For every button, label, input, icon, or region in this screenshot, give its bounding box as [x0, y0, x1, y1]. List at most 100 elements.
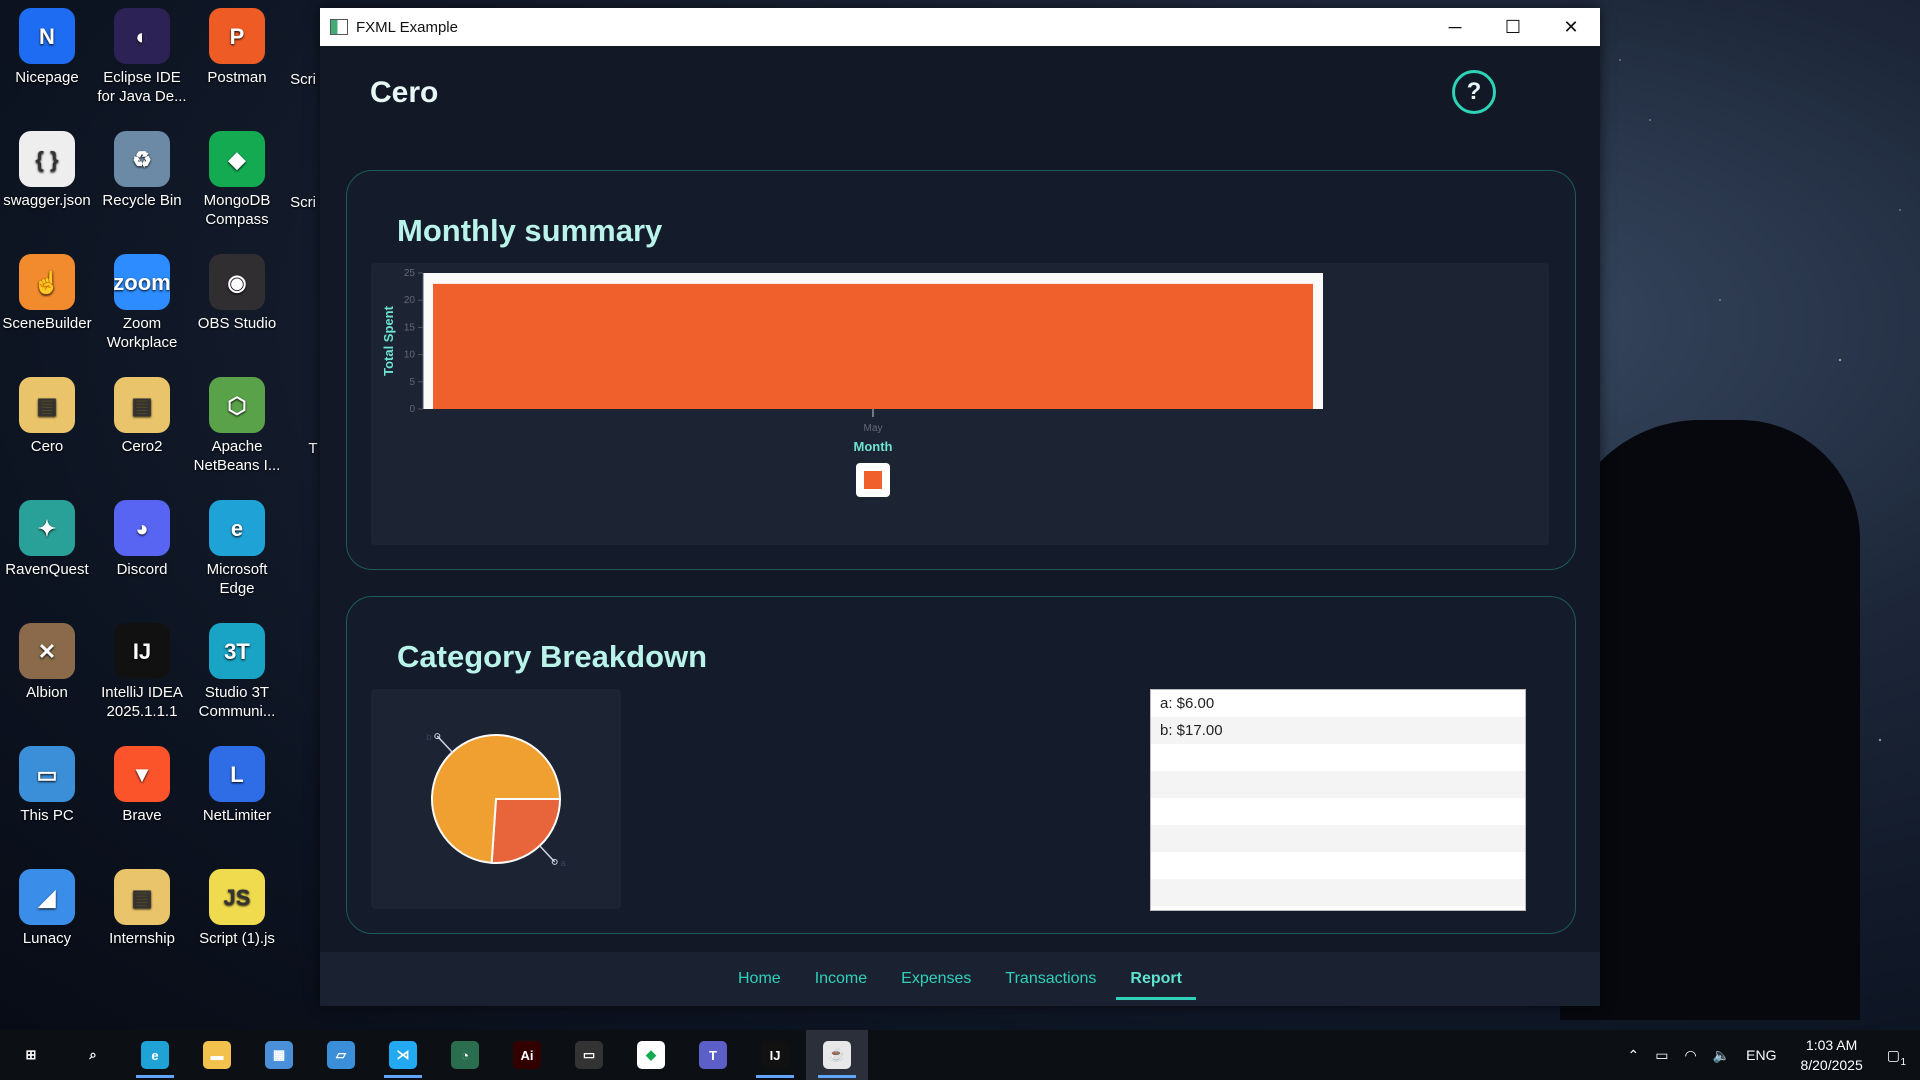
desktop-icon-label: swagger.json [3, 192, 91, 209]
app-body: Cero ? Monthly summary 0 5 10 15 20 25 May Mont… [320, 46, 1600, 1006]
battery-icon[interactable]: ▭ [1655, 1047, 1668, 1064]
taskbar-remote-desktop[interactable]: ▱ [310, 1030, 372, 1080]
list-item[interactable]: b: $17.00 [1151, 717, 1525, 744]
app-icon: ◢ [19, 869, 75, 925]
notification-icon: ▢ [1886, 1046, 1900, 1063]
desktop-icon-internship[interactable]: ▤ Internship [97, 869, 187, 948]
list-item[interactable] [1151, 852, 1525, 879]
category-list[interactable]: a: $6.00 b: $17.00 [1150, 689, 1526, 911]
remote-desktop-icon: ▱ [327, 1041, 355, 1069]
app-icon: ✦ [19, 500, 75, 556]
tab-report[interactable]: Report [1116, 952, 1196, 1006]
desktop-icon-label: Microsoft Edge [206, 561, 268, 597]
taskbar-file-explorer[interactable]: ▬ [186, 1030, 248, 1080]
category-breakdown-card: Category Breakdown ab a: $6.00 b: $17.00 [346, 596, 1576, 934]
list-item[interactable] [1151, 798, 1525, 825]
teams-icon: T [699, 1041, 727, 1069]
taskbar-terminal[interactable]: ▭ [558, 1030, 620, 1080]
bar-may[interactable] [433, 283, 1313, 409]
taskbar-control-panel[interactable]: ▦ [248, 1030, 310, 1080]
app-icon: ▼ [114, 746, 170, 802]
desktop-icon-partial[interactable]: T [306, 439, 320, 458]
chevron-up-icon[interactable]: ⌃ [1628, 1047, 1640, 1064]
java-app-icon [330, 19, 348, 35]
window-titlebar[interactable]: FXML Example ─ ☐ ✕ [320, 8, 1600, 46]
app-icon: ▤ [114, 869, 170, 925]
desktop-icon-swagger-json[interactable]: { } swagger.json [2, 131, 92, 210]
tab-income[interactable]: Income [801, 952, 881, 1006]
illustrator-icon: Ai [513, 1041, 541, 1069]
desktop-icon-scenebuilder[interactable]: ☝ SceneBuilder [2, 254, 92, 333]
mongodb-icon: ◆ [637, 1041, 665, 1069]
desktop-icon-ravenquest[interactable]: ✦ RavenQuest [2, 500, 92, 579]
taskbar-illustrator[interactable]: Ai [496, 1030, 558, 1080]
desktop-icon-apache-netbeans-i[interactable]: ⬡ Apache NetBeans I... [192, 377, 282, 475]
desktop-icon-mongodb-compass[interactable]: ◆ MongoDB Compass [192, 131, 282, 229]
taskbar: ⊞ ⌕ e ▬ ▦ ▱ ⋊ ◔ Ai ▭ ◆ T IJ ☕ ⌃ ▭ ◠ 🔈 ENG 1:03 AM 8/2… [0, 1030, 1920, 1080]
desktop-icon-recycle-bin[interactable]: ♻ Recycle Bin [97, 131, 187, 210]
desktop-icon-netlimiter[interactable]: L NetLimiter [192, 746, 282, 825]
list-item[interactable] [1151, 771, 1525, 798]
x-tick-label: May [864, 423, 883, 434]
desktop-icon-obs-studio[interactable]: ◉ OBS Studio [192, 254, 282, 333]
app-name-heading: Cero [370, 76, 439, 109]
desktop-icon-partial[interactable]: Scri [288, 193, 318, 212]
desktop-icon-eclipse-ide-for-java-de[interactable]: ◐ Eclipse IDE for Java De... [97, 8, 187, 106]
desktop-icon-discord[interactable]: ◕ Discord [97, 500, 187, 579]
list-item[interactable]: a: $6.00 [1151, 690, 1525, 717]
taskbar-java[interactable]: ☕ [806, 1030, 868, 1080]
minimize-button[interactable]: ─ [1426, 8, 1484, 46]
desktop-icon-nicepage[interactable]: N Nicepage [2, 8, 92, 87]
desktop-icon-microsoft-edge[interactable]: e Microsoft Edge [192, 500, 282, 598]
y-tick-label: 25 [404, 268, 416, 279]
close-button[interactable]: ✕ [1542, 8, 1600, 46]
tab-expenses[interactable]: Expenses [887, 952, 985, 1006]
list-item[interactable] [1151, 744, 1525, 771]
desktop-icon-studio-3t-communi[interactable]: 3T Studio 3T Communi... [192, 623, 282, 721]
app-icon: JS [209, 869, 265, 925]
desktop-icon-cero[interactable]: ▤ Cero [2, 377, 92, 456]
help-button[interactable]: ? [1452, 70, 1496, 114]
desktop-icon-zoom-workplace[interactable]: zoom Zoom Workplace [97, 254, 187, 352]
desktop-icon-this-pc[interactable]: ▭ This PC [2, 746, 92, 825]
desktop-icon-brave[interactable]: ▼ Brave [97, 746, 187, 825]
desktop-icon-intellij-idea-2025-1-1-1[interactable]: IJ IntelliJ IDEA 2025.1.1.1 [97, 623, 187, 721]
maximize-button[interactable]: ☐ [1484, 8, 1542, 46]
desktop-icon-albion[interactable]: ✕ Albion [2, 623, 92, 702]
desktop-icon-label: RavenQuest [5, 561, 89, 578]
clock[interactable]: 1:03 AM 8/20/2025 [1800, 1035, 1862, 1075]
y-axis-label: Total Spent [381, 305, 396, 375]
clock-time: 1:03 AM [1805, 1037, 1858, 1053]
taskbar-edge[interactable]: e [124, 1030, 186, 1080]
desktop-icon-label: This PC [20, 807, 74, 824]
language-indicator[interactable]: ENG [1746, 1047, 1776, 1063]
system-tray: ⌃ ▭ ◠ 🔈 ENG 1:03 AM 8/20/2025 ▢ 1 [1620, 1030, 1920, 1080]
desktop-icon-label: Script (1).js [199, 930, 275, 947]
taskbar-vscode[interactable]: ⋊ [372, 1030, 434, 1080]
desktop-icon-label: Apache NetBeans I... [193, 438, 281, 474]
desktop-icon-postman[interactable]: P Postman [192, 8, 282, 87]
desktop-icon-label: IntelliJ IDEA 2025.1.1.1 [101, 684, 183, 720]
legend-swatch [864, 471, 882, 489]
tab-home[interactable]: Home [724, 952, 795, 1006]
desktop-icon-lunacy[interactable]: ◢ Lunacy [2, 869, 92, 948]
volume-icon[interactable]: 🔈 [1713, 1047, 1730, 1064]
desktop-icon-script-1-js[interactable]: JS Script (1).js [192, 869, 282, 948]
taskbar-intellij[interactable]: IJ [744, 1030, 806, 1080]
taskbar-teams[interactable]: T [682, 1030, 744, 1080]
desktop-icon-label: Recycle Bin [102, 192, 182, 209]
app-icon: { } [19, 131, 75, 187]
list-item[interactable] [1151, 879, 1525, 906]
pie-slice-a[interactable] [490, 798, 562, 864]
taskbar-start[interactable]: ⊞ [0, 1030, 62, 1080]
notification-button[interactable]: ▢ 1 [1886, 1046, 1906, 1068]
taskbar-mongodb[interactable]: ◆ [620, 1030, 682, 1080]
list-item[interactable] [1151, 825, 1525, 852]
desktop-icon-partial[interactable]: Scri [288, 70, 318, 89]
desktop-icon-cero2[interactable]: ▤ Cero2 [97, 377, 187, 456]
app-icon: N [19, 8, 75, 64]
wifi-icon[interactable]: ◠ [1684, 1047, 1696, 1064]
tab-transactions[interactable]: Transactions [991, 952, 1110, 1006]
taskbar-pspad[interactable]: ◔ [434, 1030, 496, 1080]
taskbar-search[interactable]: ⌕ [62, 1030, 124, 1080]
